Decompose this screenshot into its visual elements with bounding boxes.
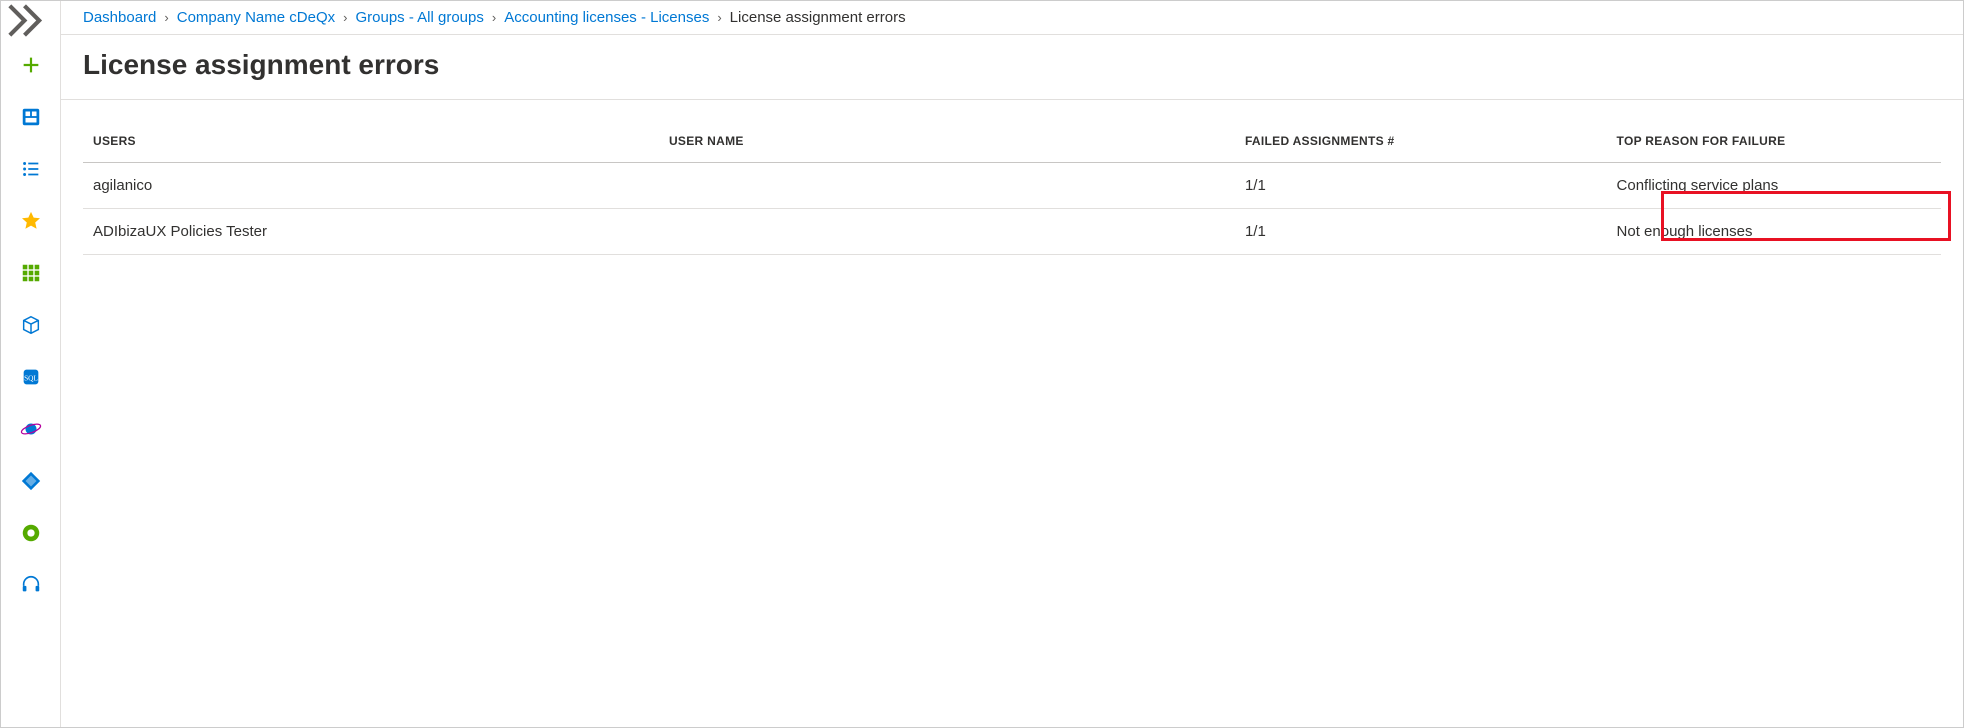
planet-icon [20, 418, 42, 440]
chevron-right-icon: › [164, 10, 168, 25]
sql-icon: SQL [20, 366, 42, 388]
breadcrumb-current: License assignment errors [730, 9, 906, 26]
nav-sql[interactable]: SQL [11, 357, 51, 397]
nav-devops[interactable] [11, 461, 51, 501]
col-header-username[interactable]: User Name [659, 120, 1235, 163]
breadcrumb-link-groups[interactable]: Groups - All groups [355, 9, 483, 26]
chevron-double-right-icon [1, 0, 48, 44]
list-icon [20, 158, 42, 180]
cell-reason: Conflicting service plans [1607, 163, 1941, 209]
nav-cosmos[interactable] [11, 409, 51, 449]
headset-icon [20, 574, 42, 596]
nav-add[interactable] [11, 45, 51, 85]
col-header-failed[interactable]: Failed Assignments # [1235, 120, 1607, 163]
cell-username [659, 163, 1235, 209]
breadcrumb-link-company[interactable]: Company Name cDeQx [177, 9, 335, 26]
chevron-right-icon: › [492, 10, 496, 25]
nav-resource[interactable] [11, 305, 51, 345]
cube-icon [20, 314, 42, 336]
star-icon [20, 210, 42, 232]
left-nav-rail: SQL [1, 1, 61, 727]
page-title: License assignment errors [61, 35, 1963, 100]
cell-users: ADIbizaUX Policies Tester [83, 209, 659, 255]
col-header-users[interactable]: Users [83, 120, 659, 163]
collapse-rail-button[interactable] [1, 7, 60, 33]
nav-favorites[interactable] [11, 201, 51, 241]
breadcrumb: Dashboard › Company Name cDeQx › Groups … [61, 1, 1963, 35]
col-header-reason[interactable]: Top Reason for Failure [1607, 120, 1941, 163]
nav-allservices[interactable] [11, 253, 51, 293]
nav-dashboard[interactable] [11, 97, 51, 137]
main-content: Dashboard › Company Name cDeQx › Groups … [61, 1, 1963, 727]
add-icon [20, 54, 42, 76]
errors-table-wrap: Users User Name Failed Assignments # Top… [61, 100, 1963, 255]
nav-support[interactable] [11, 565, 51, 605]
svg-text:SQL: SQL [24, 374, 38, 383]
chevron-right-icon: › [717, 10, 721, 25]
cell-failed: 1/1 [1235, 209, 1607, 255]
circle-icon [20, 522, 42, 544]
cell-users: agilanico [83, 163, 659, 209]
table-row[interactable]: ADIbizaUX Policies Tester 1/1 Not enough… [83, 209, 1941, 255]
breadcrumb-link-dashboard[interactable]: Dashboard [83, 9, 156, 26]
chevron-right-icon: › [343, 10, 347, 25]
grid-icon [20, 262, 42, 284]
nav-list[interactable] [11, 149, 51, 189]
reason-text: Conflicting service plans [1617, 177, 1779, 194]
table-row[interactable]: agilanico 1/1 Conflicting service plans [83, 163, 1941, 209]
diamond-icon [20, 470, 42, 492]
nav-cost[interactable] [11, 513, 51, 553]
cell-failed: 1/1 [1235, 163, 1607, 209]
errors-table: Users User Name Failed Assignments # Top… [83, 120, 1941, 255]
breadcrumb-link-licenses[interactable]: Accounting licenses - Licenses [504, 9, 709, 26]
dashboard-icon [20, 106, 42, 128]
cell-username [659, 209, 1235, 255]
cell-reason: Not enough licenses [1607, 209, 1941, 255]
